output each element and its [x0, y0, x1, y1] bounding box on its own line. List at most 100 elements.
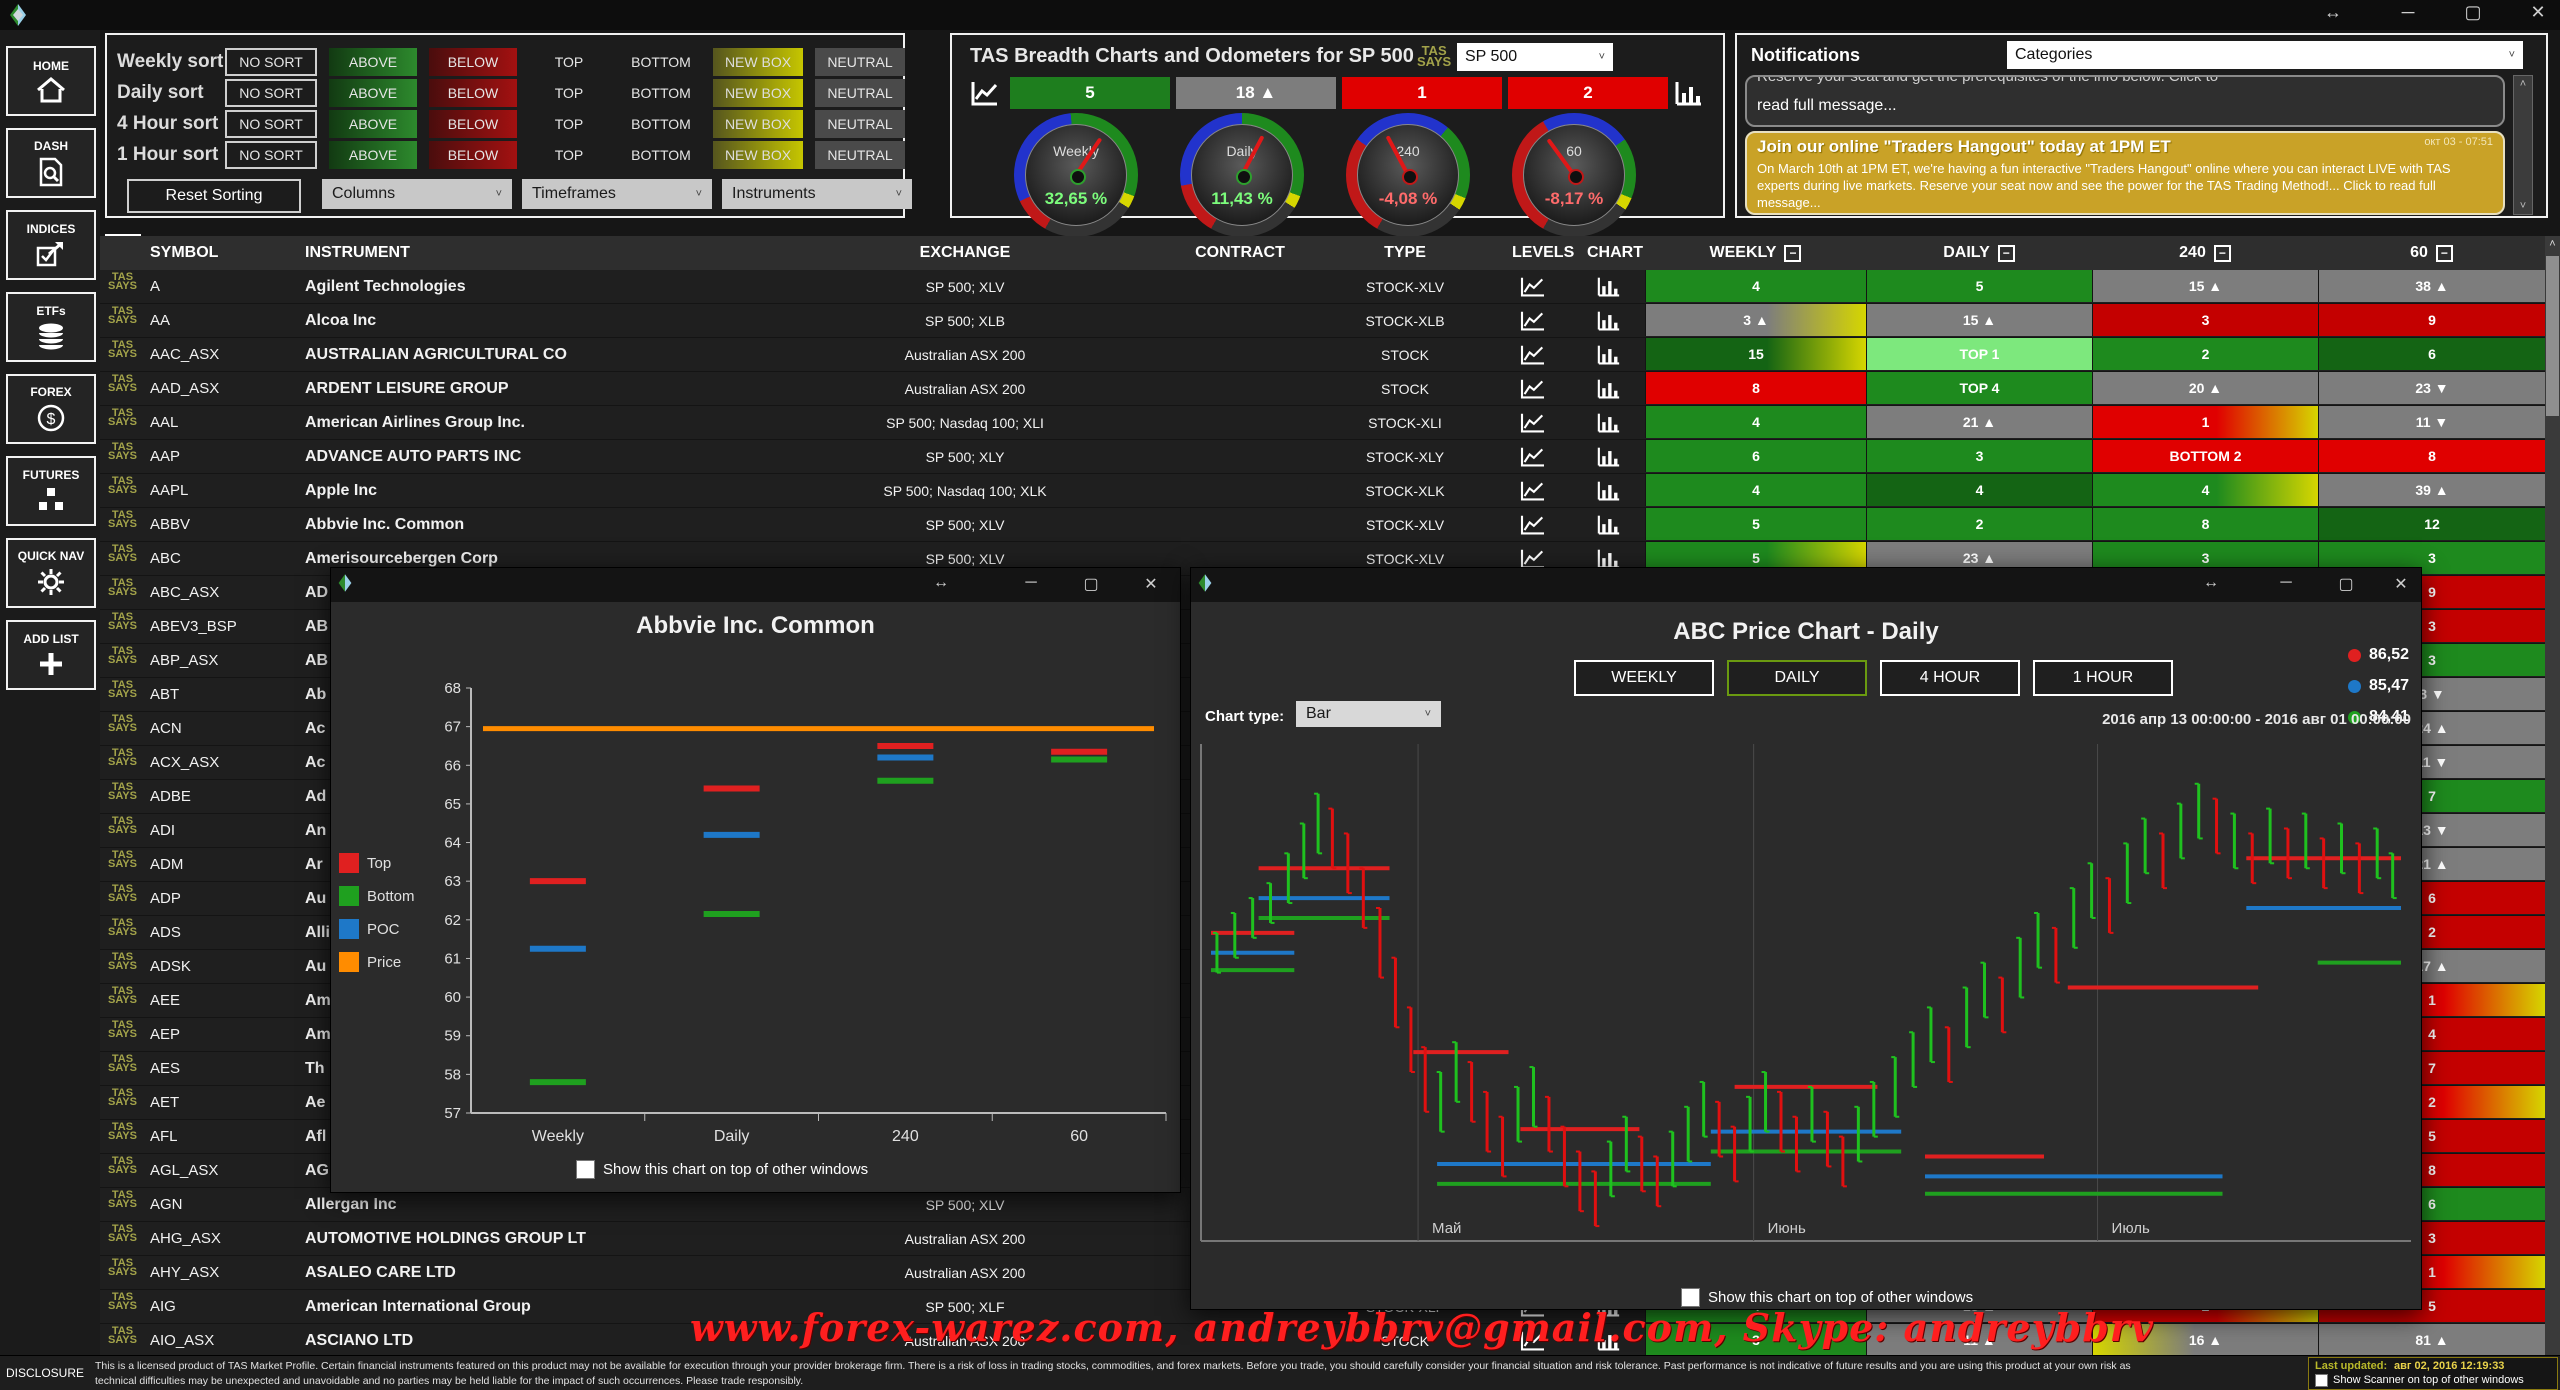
- table-row[interactable]: TASSAYSAAPADVANCE AUTO PARTS INCSP 500; …: [100, 440, 2560, 474]
- window-maximize-icon[interactable]: ▢: [2450, 2, 2496, 23]
- table-row[interactable]: TASSAYSAIO_ASXASCIANO LTDAustralian ASX …: [100, 1324, 2560, 1358]
- col-weekly[interactable]: WEEKLY−: [1645, 236, 1866, 270]
- levels-icon[interactable]: [1520, 372, 1546, 405]
- chart-icon[interactable]: [1597, 1324, 1621, 1357]
- scanner-on-top-checkbox[interactable]: [2315, 1374, 2328, 1387]
- no-sort-button[interactable]: NO SORT: [225, 79, 317, 107]
- chart-on-top-checkbox[interactable]: [1681, 1288, 1700, 1307]
- window-resize-icon[interactable]: ↔: [921, 574, 961, 592]
- below-button[interactable]: BELOW: [429, 79, 517, 107]
- bottom-button[interactable]: BOTTOM: [621, 79, 701, 107]
- sidebar-item-indices[interactable]: INDICES: [6, 210, 96, 280]
- chart-icon[interactable]: [1597, 338, 1621, 371]
- breadth-count-box[interactable]: 1: [1342, 77, 1502, 109]
- notification-card-gold[interactable]: окт 03 - 07:51 Join our online "Traders …: [1745, 131, 2505, 215]
- levels-icon[interactable]: [1520, 474, 1546, 507]
- scroll-up-icon[interactable]: ˄: [2545, 238, 2560, 250]
- above-button[interactable]: ABOVE: [329, 79, 417, 107]
- bottom-button[interactable]: BOTTOM: [621, 48, 701, 76]
- table-row[interactable]: TASSAYSAAAlcoa IncSP 500; XLBSTOCK-XLB3 …: [100, 304, 2560, 338]
- levels-icon[interactable]: [1520, 406, 1546, 439]
- levels-icon[interactable]: [1520, 1324, 1546, 1357]
- neutral-button[interactable]: NEUTRAL: [815, 79, 905, 107]
- no-sort-button[interactable]: NO SORT: [225, 48, 317, 76]
- chart-icon[interactable]: [1597, 372, 1621, 405]
- col-levels[interactable]: LEVELS: [1512, 236, 1574, 270]
- chart-icon[interactable]: [1597, 440, 1621, 473]
- levels-icon[interactable]: [1520, 508, 1546, 541]
- sidebar-item-forex[interactable]: FOREX$: [6, 374, 96, 444]
- col-chart[interactable]: CHART: [1587, 236, 1643, 270]
- levels-icon[interactable]: [1520, 304, 1546, 337]
- breadth-count-box[interactable]: 5: [1010, 77, 1170, 109]
- col-daily[interactable]: DAILY−: [1866, 236, 2092, 270]
- sidebar-item-futures[interactable]: FUTURES: [6, 456, 96, 526]
- timeframes-dropdown[interactable]: Timeframes˅: [522, 179, 712, 209]
- column-collapse-icon[interactable]: −: [2436, 245, 2453, 262]
- neutral-button[interactable]: NEUTRAL: [815, 110, 905, 138]
- window-close-icon[interactable]: ✕: [2381, 574, 2421, 594]
- window-close-icon[interactable]: ✕: [2515, 2, 2560, 23]
- window-close-icon[interactable]: ✕: [1131, 574, 1171, 594]
- table-row[interactable]: TASSAYSAALAmerican Airlines Group Inc.SP…: [100, 406, 2560, 440]
- window-minimize-icon[interactable]: ─: [2385, 2, 2431, 23]
- chart-icon[interactable]: [1597, 270, 1621, 303]
- top-button[interactable]: TOP: [529, 48, 609, 76]
- timeframe-1-hour-button[interactable]: 1 HOUR: [2033, 660, 2173, 696]
- above-button[interactable]: ABOVE: [329, 110, 417, 138]
- line-chart-icon[interactable]: [970, 79, 1000, 107]
- window-minimize-icon[interactable]: ─: [1011, 574, 1051, 592]
- col-60[interactable]: 60−: [2318, 236, 2545, 270]
- columns-dropdown[interactable]: Columns˅: [322, 179, 512, 209]
- column-collapse-icon[interactable]: −: [1784, 245, 1801, 262]
- reset-sorting-button[interactable]: Reset Sorting: [127, 179, 301, 213]
- window-maximize-icon[interactable]: ▢: [1071, 574, 1111, 594]
- chart-icon[interactable]: [1597, 304, 1621, 337]
- col-240[interactable]: 240−: [2092, 236, 2318, 270]
- column-collapse-icon[interactable]: −: [2214, 245, 2231, 262]
- chart-icon[interactable]: [1597, 406, 1621, 439]
- breadth-count-box[interactable]: 2: [1508, 77, 1668, 109]
- window-minimize-icon[interactable]: ─: [2266, 574, 2306, 592]
- col-instrument[interactable]: INSTRUMENT: [305, 236, 410, 270]
- popup-titlebar[interactable]: ↔ ─ ▢ ✕: [1191, 568, 2421, 602]
- top-button[interactable]: TOP: [529, 79, 609, 107]
- chart-icon[interactable]: [1597, 474, 1621, 507]
- table-row[interactable]: TASSAYSAAPLApple IncSP 500; Nasdaq 100; …: [100, 474, 2560, 508]
- timeframe-4-hour-button[interactable]: 4 HOUR: [1880, 660, 2020, 696]
- bottom-button[interactable]: BOTTOM: [621, 141, 701, 169]
- scroll-up-icon[interactable]: ˄: [2514, 78, 2532, 90]
- levels-icon[interactable]: [1520, 270, 1546, 303]
- popup-titlebar[interactable]: ↔ ─ ▢ ✕: [331, 568, 1180, 602]
- sidebar-item-home[interactable]: HOME: [6, 46, 96, 116]
- above-button[interactable]: ABOVE: [329, 48, 417, 76]
- below-button[interactable]: BELOW: [429, 110, 517, 138]
- table-row[interactable]: TASSAYSAAD_ASXARDENT LEISURE GROUPAustra…: [100, 372, 2560, 406]
- table-scrollbar[interactable]: ˄: [2545, 236, 2560, 1355]
- timeframe-daily-button[interactable]: DAILY: [1727, 660, 1867, 696]
- notification-card[interactable]: Reserve your seat and get the prerequisi…: [1745, 75, 2505, 127]
- new-box-button[interactable]: NEW BOX: [713, 48, 803, 76]
- top-button[interactable]: TOP: [529, 110, 609, 138]
- table-row[interactable]: TASSAYSAAgilent TechnologiesSP 500; XLVS…: [100, 270, 2560, 304]
- breadth-symbol-select[interactable]: SP 500˅: [1457, 43, 1613, 71]
- sidebar-item-addlist[interactable]: ADD LIST: [6, 620, 96, 690]
- window-resize-icon[interactable]: ↔: [2191, 574, 2231, 592]
- column-collapse-icon[interactable]: −: [1998, 245, 2015, 262]
- col-symbol[interactable]: SYMBOL: [150, 236, 218, 270]
- below-button[interactable]: BELOW: [429, 48, 517, 76]
- chart-type-select[interactable]: Bar˅: [1296, 701, 1441, 727]
- window-maximize-icon[interactable]: ▢: [2326, 574, 2366, 594]
- breadth-count-box[interactable]: 18 ▲: [1176, 77, 1336, 109]
- notifications-scrollbar[interactable]: ˄ ˅: [2513, 75, 2533, 215]
- new-box-button[interactable]: NEW BOX: [713, 141, 803, 169]
- scroll-down-icon[interactable]: ˅: [2514, 200, 2532, 212]
- col-type[interactable]: TYPE: [1310, 236, 1500, 270]
- new-box-button[interactable]: NEW BOX: [713, 79, 803, 107]
- sidebar-item-dash[interactable]: DASH: [6, 128, 96, 198]
- chart-on-top-checkbox[interactable]: [576, 1160, 595, 1179]
- table-row[interactable]: TASSAYSAAC_ASXAUSTRALIAN AGRICULTURAL CO…: [100, 338, 2560, 372]
- scrollbar-thumb[interactable]: [2546, 256, 2559, 416]
- neutral-button[interactable]: NEUTRAL: [815, 48, 905, 76]
- neutral-button[interactable]: NEUTRAL: [815, 141, 905, 169]
